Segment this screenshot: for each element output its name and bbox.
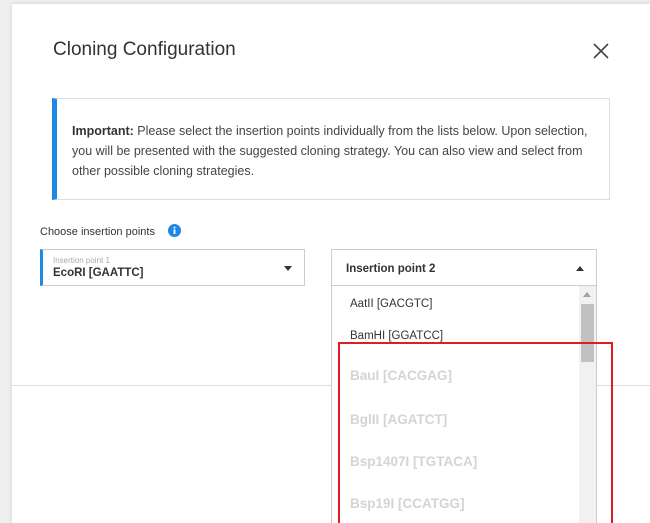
important-info-box: Important: Please select the insertion p… xyxy=(52,98,610,200)
dialog-title: Cloning Configuration xyxy=(53,39,236,60)
info-message: Important: Please select the insertion p… xyxy=(72,121,591,181)
scroll-up-icon[interactable] xyxy=(583,292,591,297)
dropdown-option[interactable]: AatII [GACGTC] xyxy=(332,288,580,320)
insertion-point-1-value: EcoRI [GAATTC] xyxy=(53,267,144,279)
info-body: Please select the insertion points indiv… xyxy=(72,124,588,178)
close-icon[interactable] xyxy=(590,40,612,62)
insertion-point-2-select[interactable]: Insertion point 2 xyxy=(331,249,597,286)
scroll-thumb[interactable] xyxy=(581,304,594,362)
info-icon[interactable] xyxy=(168,224,181,237)
insertion-point-2-value: Insertion point 2 xyxy=(346,263,436,275)
dropdown-scrollbar[interactable] xyxy=(579,286,596,523)
chevron-down-icon xyxy=(284,266,292,271)
dropdown-option[interactable]: Bsp19I [CCATGG] xyxy=(332,488,580,520)
insertion-point-1-select[interactable]: Insertion point 1 EcoRI [GAATTC] xyxy=(40,249,305,286)
chevron-up-icon xyxy=(576,266,584,271)
dropdown-option[interactable]: BauI [CACGAG] xyxy=(332,360,580,392)
dropdown-option[interactable]: BamHI [GGATCC] xyxy=(332,320,580,352)
insertion-point-2-dropdown: AatII [GACGTC] BamHI [GGATCC] BauI [CACG… xyxy=(331,286,597,523)
info-label: Important: xyxy=(72,124,134,138)
dropdown-option[interactable]: BglII [AGATCT] xyxy=(332,404,580,436)
dropdown-option[interactable]: Bsp1407I [TGTACA] xyxy=(332,446,580,478)
insertion-points-label: Choose insertion points xyxy=(40,226,155,238)
insertion-point-1-label: Insertion point 1 xyxy=(53,256,110,265)
